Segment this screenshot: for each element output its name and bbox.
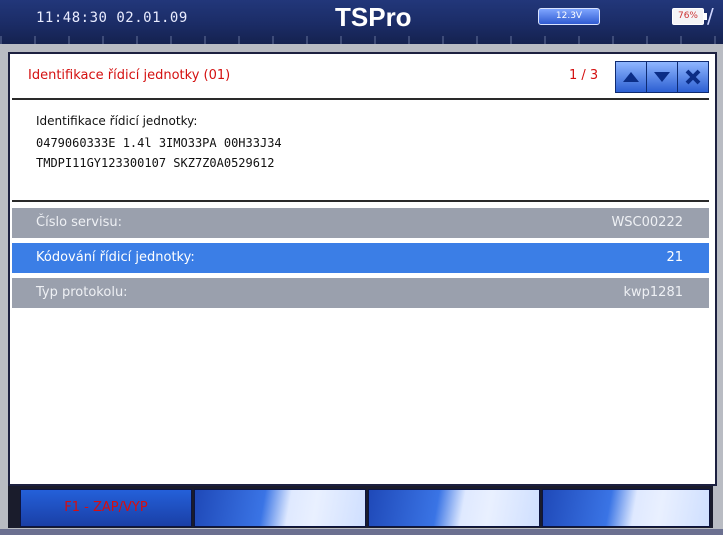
list-item-service-number[interactable]: Číslo servisu: WSC00222 <box>12 208 709 238</box>
list-item-protocol[interactable]: Typ protokolu: kwp1281 <box>12 278 709 308</box>
info-vin: TMDPI11GY123300107 SKZ7Z0A0529612 <box>36 156 275 170</box>
arrow-up-icon <box>623 72 639 82</box>
arrow-down-icon <box>654 72 670 82</box>
bottom-strip <box>0 529 723 535</box>
close-button[interactable] <box>677 61 709 93</box>
row-value: WSC00222 <box>611 215 683 230</box>
empty-list-area <box>12 309 709 481</box>
panel-header: Identifikace řídicí jednotky (01) 1 / 3 <box>12 58 709 94</box>
f1-button[interactable]: F1 - ZAP/VYP <box>20 489 192 527</box>
clock: 11:48:30 02.01.09 <box>36 10 188 26</box>
page-indicator: 1 / 3 <box>569 68 599 83</box>
page-down-button[interactable] <box>646 61 678 93</box>
row-label: Číslo servisu: <box>36 215 122 230</box>
f4-button[interactable] <box>542 489 710 527</box>
row-value: 21 <box>666 250 683 265</box>
app-title: TSPro <box>335 2 412 32</box>
signal-icon: / <box>707 4 714 28</box>
info-heading: Identifikace řídicí jednotky: <box>36 114 198 128</box>
info-part-number: 0479060333E 1.4l 3IMO33PA 00H33J34 <box>36 136 282 150</box>
list-item-coding[interactable]: Kódování řídicí jednotky: 21 <box>12 243 709 273</box>
battery-icon: 76% <box>672 8 707 25</box>
row-label: Kódování řídicí jednotky: <box>36 250 195 265</box>
f3-button[interactable] <box>368 489 540 527</box>
identification-info: Identifikace řídicí jednotky: 0479060333… <box>12 98 709 202</box>
page-up-button[interactable] <box>615 61 647 93</box>
f2-button[interactable] <box>194 489 366 527</box>
row-label: Typ protokolu: <box>36 285 128 300</box>
row-value: kwp1281 <box>623 285 684 300</box>
f1-label: F1 - ZAP/VYP <box>64 500 148 515</box>
panel-title: Identifikace řídicí jednotky (01) <box>28 68 231 83</box>
function-key-bar: F1 - ZAP/VYP <box>8 486 713 528</box>
status-bar-stripes <box>0 36 723 44</box>
close-icon <box>685 69 701 85</box>
connection-indicator: 12.3V <box>538 8 600 25</box>
status-bar: 11:48:30 02.01.09 TSPro 12.3V 76% / <box>0 0 723 44</box>
